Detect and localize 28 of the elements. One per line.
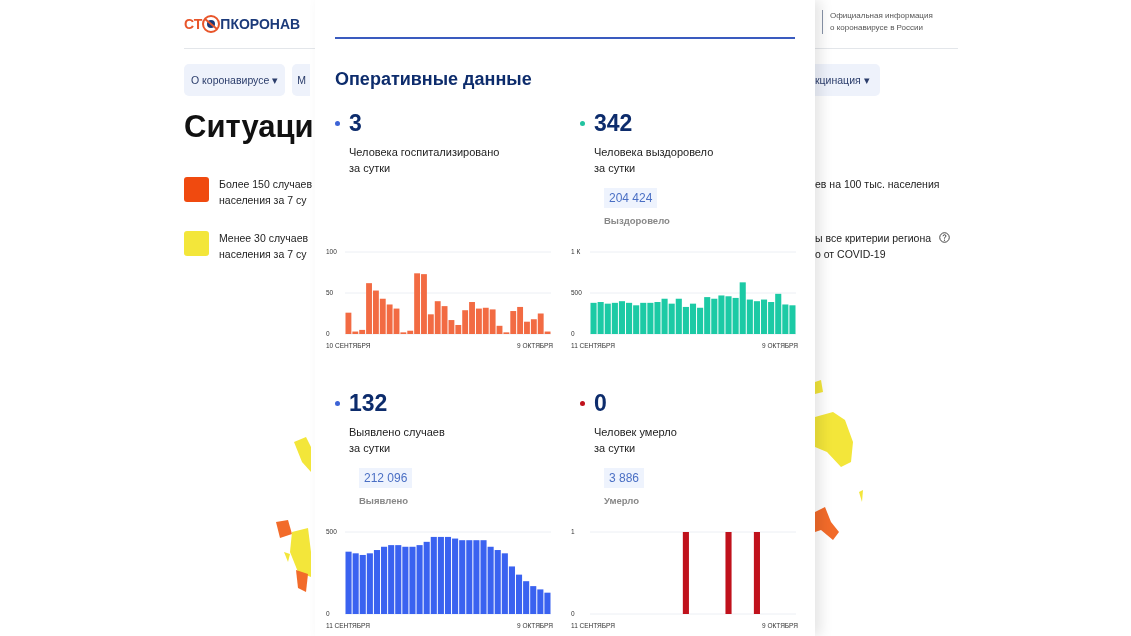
nav-menu-button[interactable]: О коронавирусе ▾ [184, 64, 286, 96]
stat-label: Человека выздоровело за сутки [594, 145, 715, 176]
total-caption: Выявлено [359, 495, 409, 506]
site-tagline: Официальная информация о коронавирусе в России [822, 10, 933, 34]
stat-value: 3 [349, 110, 362, 136]
total-caption: Умерло [604, 495, 641, 506]
page-heading: Ситуаци [184, 108, 315, 146]
panel-title: Оперативные данные [335, 68, 533, 90]
legend-text: Менее 30 случаев населения за 7 су [219, 231, 309, 262]
nav-menu-button[interactable]: М [292, 64, 311, 96]
legend-text: Более 150 случаев населения за 7 су [219, 177, 312, 208]
stat-label: Выявлено случаев за сутки [349, 425, 446, 456]
logo-text: СТ [184, 16, 203, 32]
stat-label: Человек умерло за сутки [594, 425, 678, 456]
stat-label: Человека госпитализировано за сутки [349, 145, 501, 176]
stat-value: 0 [594, 390, 607, 416]
virus-icon [202, 15, 221, 33]
help-icon[interactable] [939, 232, 951, 243]
total-caption: Выздоровело [604, 215, 671, 226]
legend-text: ев на 100 тыс. населения [815, 177, 940, 192]
total-badge: 212 096 [359, 468, 413, 488]
nav-menu-button[interactable]: кцинация ▾ [815, 64, 880, 96]
total-badge: 3 886 [604, 468, 645, 488]
legend-text: ы все критерии региона о от COVID-19 [815, 231, 932, 262]
stat-value: 132 [349, 390, 388, 416]
total-badge: 204 424 [604, 188, 658, 208]
logo-text: ПКОРОНАВ [220, 16, 301, 32]
stat-value: 342 [594, 110, 633, 136]
